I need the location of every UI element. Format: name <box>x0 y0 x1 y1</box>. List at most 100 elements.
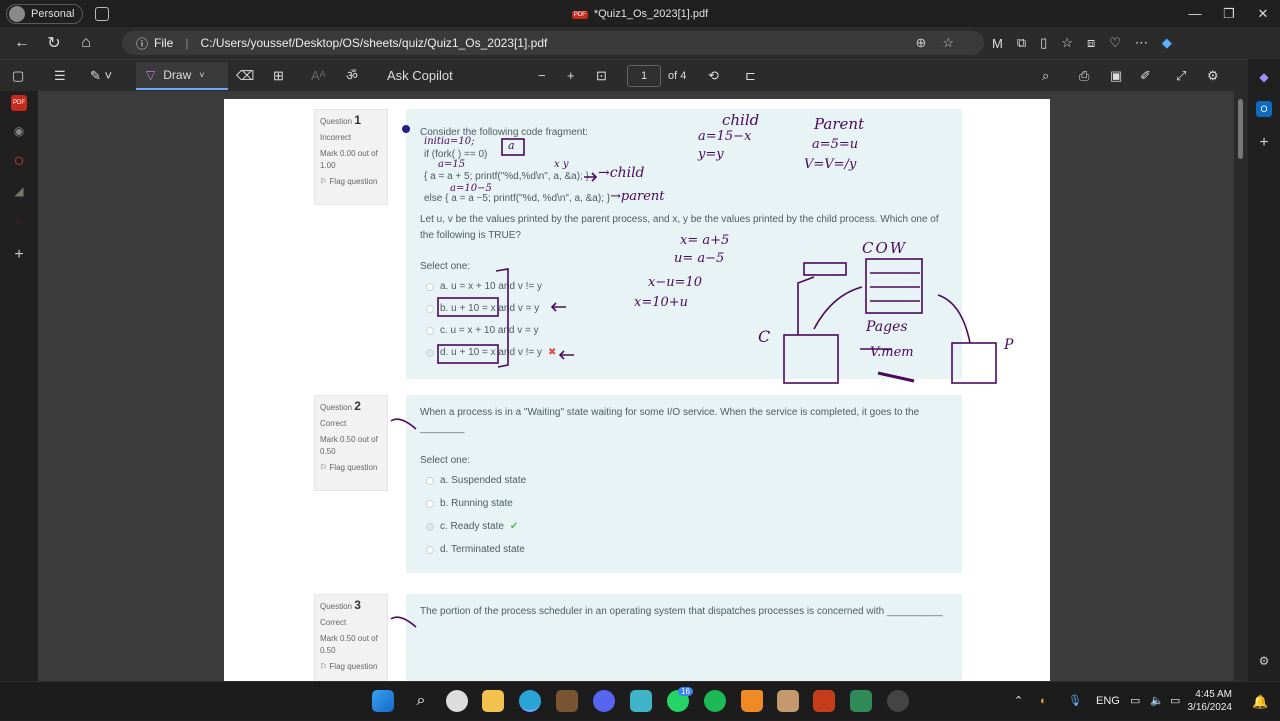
address-bar[interactable]: ⓘ File | C:/Users/youssef/Desktop/OS/she… <box>122 31 984 55</box>
fullscreen-icon[interactable]: ⤢ <box>1176 60 1186 92</box>
right-sidebar: ◆ O + ⚙ <box>1248 59 1280 681</box>
home-icon[interactable]: ⌂ <box>70 34 102 52</box>
pdf-page: Question 1 Incorrect Mark 0.00 out of 1.… <box>224 99 1050 681</box>
app-icon-12[interactable] <box>777 690 799 712</box>
text-box-icon[interactable]: ⊞ <box>273 60 284 92</box>
copilot-sidebar-icon[interactable]: ◆ <box>1256 69 1272 85</box>
ink-process-p <box>951 342 997 384</box>
ink-page-table <box>865 258 923 314</box>
ink-box-option-d <box>437 344 499 364</box>
add-sidebar-app-icon[interactable]: + <box>1256 135 1272 151</box>
draw-button[interactable]: ▽ Draw ˅ <box>136 62 228 90</box>
ink-page-small <box>803 262 847 276</box>
app-icon-14[interactable] <box>850 690 872 712</box>
profile-button[interactable]: Personal <box>6 3 84 24</box>
microphone-icon[interactable]: 🎙 <box>1068 682 1082 721</box>
contents-icon[interactable]: ☰ <box>54 60 66 92</box>
app-icon-6[interactable] <box>556 690 578 712</box>
ink-underline-vmem <box>877 371 915 383</box>
pdf-tab-icon[interactable]: PDF <box>11 95 27 111</box>
app-icon-15[interactable] <box>887 690 909 712</box>
malwarebytes-icon[interactable]: M <box>992 36 1003 51</box>
language-indicator[interactable]: ENG <box>1096 682 1120 721</box>
battery-icon[interactable]: ▭ <box>1170 682 1180 721</box>
spotify-icon[interactable] <box>704 690 726 712</box>
info-icon[interactable]: ⓘ <box>136 35 148 52</box>
tray-overflow-icon[interactable]: ⌃ <box>1014 682 1023 721</box>
chrome-tab-icon[interactable]: ◉ <box>11 123 27 139</box>
ink-arrow-child <box>584 172 598 182</box>
vertical-scrollbar[interactable] <box>1234 91 1248 681</box>
vlc-icon[interactable] <box>741 690 763 712</box>
ink-page-table-lines <box>870 272 920 302</box>
chevron-down-icon[interactable]: ˅ <box>199 70 204 80</box>
clock[interactable]: 4:45 AM 3/16/2024 <box>1188 688 1233 714</box>
sidebar-toggle-icon[interactable]: ▢ <box>12 60 24 92</box>
extensions-icon[interactable]: ⧉ <box>1017 35 1026 51</box>
split-screen-icon[interactable]: ▯ <box>1040 35 1047 51</box>
settings-icon[interactable]: ⚙ <box>1207 60 1219 92</box>
window-title-text: *Quiz1_Os_2023[1].pdf <box>593 7 709 20</box>
extensions-area: M ⧉ ▯ ☆ ⧈ ♡ ⋯ ◆ <box>992 27 1172 59</box>
zoom-out-icon[interactable]: − <box>538 60 546 92</box>
outlook-icon[interactable]: O <box>1256 101 1272 117</box>
minimize-icon[interactable]: — <box>1178 0 1212 27</box>
sidebar-settings-icon[interactable]: ⚙ <box>1256 653 1272 669</box>
tab-actions-icon[interactable] <box>95 6 110 21</box>
page-total: of 4 <box>668 70 687 82</box>
opera-tab-icon[interactable]: O <box>11 153 27 169</box>
notifications-icon[interactable]: 🔔 <box>1252 682 1268 721</box>
tab-icon-4[interactable]: ◢ <box>11 183 27 199</box>
windows-start-icon[interactable] <box>372 690 394 712</box>
copilot-icon[interactable]: ◆ <box>1162 35 1172 51</box>
read-aloud-icon[interactable]: ॐ <box>346 60 358 92</box>
search-icon[interactable]: ⌕ <box>1042 60 1049 92</box>
ink-link-c <box>797 276 815 335</box>
pdf-viewport[interactable]: Question 1 Incorrect Mark 0.00 out of 1.… <box>38 91 1234 681</box>
edge-icon[interactable] <box>519 690 541 712</box>
fit-page-icon[interactable]: ⊡ <box>596 60 607 92</box>
volume-icon[interactable]: 🔈 <box>1150 682 1164 721</box>
save-as-icon[interactable]: ✐ <box>1140 60 1151 92</box>
ask-copilot-button[interactable]: Ask Copilot <box>387 60 453 92</box>
scrollbar-thumb[interactable] <box>1238 99 1243 159</box>
powerpoint-icon[interactable] <box>813 690 835 712</box>
network-icon[interactable]: ▭ <box>1130 682 1140 721</box>
tray-app-icon[interactable]: ◐ <box>1040 682 1047 721</box>
ink-link-p <box>937 294 971 344</box>
zoom-in-icon[interactable]: + <box>567 60 575 92</box>
favorite-star-icon[interactable]: ☆ <box>942 35 970 50</box>
page-view-icon[interactable]: ⊏ <box>745 60 756 92</box>
collections-icon[interactable]: ⧈ <box>1087 35 1095 51</box>
back-icon[interactable]: ← <box>6 34 38 52</box>
zoom-icon[interactable]: ⊕ <box>915 35 942 50</box>
ink-arrow-option-b <box>550 302 566 312</box>
highlight-icon[interactable]: ✎ ˅ <box>90 60 112 92</box>
profile-label: Personal <box>31 7 75 20</box>
pdf-toolbar: ▢ ☰ ✎ ˅ ▽ Draw ˅ ⌫ ⊞ Aᴬ ॐ Ask Copilot − … <box>0 59 1280 91</box>
ink-box-a <box>501 138 525 156</box>
file-explorer-icon[interactable] <box>482 690 504 712</box>
close-icon[interactable]: ✕ <box>1246 0 1280 27</box>
discord-icon[interactable] <box>593 690 615 712</box>
page-number-input[interactable]: 1 <box>627 65 661 87</box>
ink-arrow-option-d <box>558 350 574 360</box>
more-menu-icon[interactable]: ⋯ <box>1135 35 1148 51</box>
eraser-icon[interactable]: ⌫ <box>236 60 254 92</box>
tab-icon-5[interactable]: ◌ <box>11 213 27 229</box>
save-icon[interactable]: ▣ <box>1110 60 1122 92</box>
search-icon[interactable]: ⌕ <box>410 690 432 712</box>
ink-annotations <box>390 125 997 628</box>
refresh-icon[interactable]: ↻ <box>38 33 70 53</box>
print-icon[interactable]: ⎙ <box>1079 60 1089 92</box>
new-tab-icon[interactable]: + <box>11 247 27 263</box>
maximize-icon[interactable]: ❐ <box>1212 0 1246 27</box>
favorites-icon[interactable]: ☆ <box>1061 35 1073 51</box>
browser-essentials-icon[interactable]: ♡ <box>1109 35 1121 51</box>
ink-box-option-b <box>437 297 499 317</box>
app-icon-8[interactable] <box>630 690 652 712</box>
chatgpt-icon[interactable] <box>446 690 468 712</box>
draw-label: Draw <box>163 68 192 82</box>
rotate-icon[interactable]: ⟲ <box>708 60 719 92</box>
url-text[interactable]: C:/Users/youssef/Desktop/OS/sheets/quiz/… <box>200 36 547 50</box>
